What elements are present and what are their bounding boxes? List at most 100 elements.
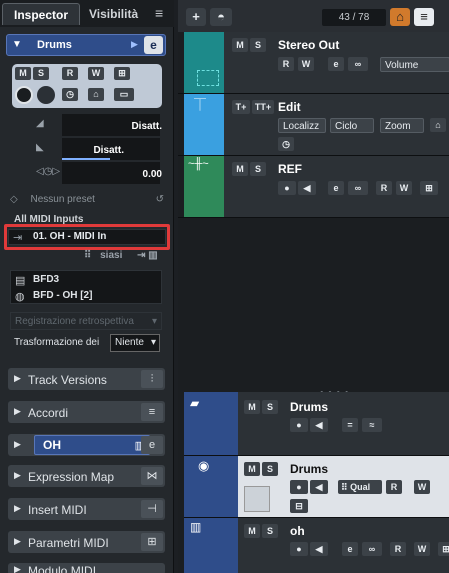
tab-inspector[interactable]: Inspector xyxy=(2,3,80,25)
lane-icon[interactable]: ⊞ xyxy=(114,67,130,80)
mute-button[interactable]: M xyxy=(232,38,248,52)
solo-button[interactable]: S xyxy=(250,38,266,52)
read-button[interactable]: R xyxy=(390,542,406,556)
instrument-track-oh[interactable]: ▥ M S oh ● ◀ e ∞ R W ⊞ xyxy=(184,518,449,573)
instrument-track-drums[interactable]: ◉ M S Drums ● ◀ ⠿ Qual R W ⊟ xyxy=(184,456,449,518)
mute-button[interactable]: M xyxy=(244,462,260,476)
collapse-arrow-icon[interactable]: ▼ xyxy=(12,39,22,50)
record-icon[interactable]: ● xyxy=(290,542,308,556)
link-icon[interactable]: ∞ xyxy=(348,181,368,195)
read-button[interactable]: R xyxy=(376,181,392,195)
transform-select[interactable]: Niente ▾ xyxy=(110,334,160,352)
add-marker-range-icon[interactable]: TT+ xyxy=(252,100,274,114)
volume-row[interactable]: ◢ Disatt. xyxy=(10,114,164,138)
lane-icon[interactable]: ⊞ xyxy=(438,542,449,556)
automation-field[interactable]: Volume xyxy=(380,57,449,72)
edit-instrument-button[interactable]: e xyxy=(141,436,163,454)
write-button[interactable]: W xyxy=(414,480,430,494)
expand-arrow-icon[interactable]: ▶ xyxy=(14,373,21,384)
read-button[interactable]: R xyxy=(62,67,78,80)
timebase-icon[interactable]: ◷ xyxy=(62,88,78,101)
edit-button[interactable]: e xyxy=(328,181,344,195)
mute-button[interactable]: M xyxy=(232,162,248,176)
track-section-header[interactable]: ▼ Drums ▶ e xyxy=(6,34,166,56)
solo-button[interactable]: S xyxy=(250,162,266,176)
section-midi-params[interactable]: ▶ Parametri MIDI ⊞ xyxy=(8,531,165,553)
solo-button[interactable]: S xyxy=(262,524,278,538)
lane-icon[interactable]: ⊟ xyxy=(290,499,308,513)
monitor-icon[interactable]: ◀ xyxy=(310,480,328,494)
write-button[interactable]: W xyxy=(414,542,430,556)
section-chords[interactable]: ▶ Accordi ≡ xyxy=(8,401,165,423)
section-track-versions[interactable]: ▶ Track Versions ⫶ xyxy=(8,368,165,390)
menu-icon[interactable]: ≡ xyxy=(155,5,163,21)
record-icon[interactable]: ● xyxy=(290,480,308,494)
versions-icon[interactable]: ⫶ xyxy=(141,370,163,388)
link-icon[interactable]: ∞ xyxy=(348,57,368,71)
section-midi-module[interactable]: ▶ Modulo MIDI xyxy=(8,563,165,573)
reset-icon[interactable]: ↺ xyxy=(156,194,164,205)
wave-icon[interactable]: ≈ xyxy=(362,418,382,432)
cycle-field[interactable]: Ciclo xyxy=(330,118,374,133)
mute-button[interactable]: M xyxy=(15,67,31,80)
add-track-button[interactable]: + xyxy=(186,8,206,26)
timebase-icon[interactable]: ◷ xyxy=(278,137,294,151)
add-marker-icon[interactable]: T+ xyxy=(232,100,250,114)
lane-icon[interactable]: ⊞ xyxy=(420,181,438,195)
quality-field[interactable]: ⠿ Qual xyxy=(338,480,382,494)
write-button[interactable]: W xyxy=(396,181,412,195)
track-edit[interactable]: ⏉ T+ TT+ Edit Localizz Ciclo Zoom ⌂ ◷ xyxy=(178,94,449,156)
equals-icon[interactable]: = xyxy=(342,418,358,432)
record-icon[interactable]: ● xyxy=(278,181,296,195)
solo-button[interactable]: S xyxy=(262,400,278,414)
delay-row[interactable]: ◁◷▷ 0.00 xyxy=(10,162,164,186)
section-insert-midi[interactable]: ▶ Insert MIDI ⊣ xyxy=(8,498,165,520)
record-enable-icon[interactable] xyxy=(15,86,33,104)
lock-icon[interactable]: ⌂ xyxy=(430,118,446,132)
monitor-icon[interactable] xyxy=(37,86,55,104)
track-stereo-out[interactable]: M S Stereo Out R W e ∞ Volume xyxy=(178,32,449,94)
locate-field[interactable]: Localizz xyxy=(278,118,326,133)
expression-icon[interactable]: ⋈ xyxy=(141,467,163,485)
link-icon[interactable]: ∞ xyxy=(362,542,382,556)
params-icon[interactable]: ⊞ xyxy=(141,533,163,551)
edit-button[interactable]: e xyxy=(342,542,358,556)
monitor-icon[interactable]: ◀ xyxy=(310,418,328,432)
record-icon[interactable]: ● xyxy=(290,418,308,432)
folder-track-drums[interactable]: ▰ M S Drums ● ◀ = ≈ xyxy=(184,392,449,456)
expand-arrow-icon[interactable]: ▶ xyxy=(14,536,21,547)
edit-channel-button[interactable]: e xyxy=(144,36,163,54)
edit-button[interactable]: e xyxy=(328,57,344,71)
track-ref[interactable]: ~╫~ M S REF ● ◀ e ∞ R W ⊞ xyxy=(178,156,449,218)
retro-record-select[interactable]: Registrazione retrospettiva ▾ xyxy=(10,312,162,330)
expand-arrow-icon[interactable]: ▶ xyxy=(14,406,21,417)
solo-button[interactable]: S xyxy=(33,67,49,80)
lock-icon[interactable]: ⌂ xyxy=(88,88,104,101)
mute-button[interactable]: M xyxy=(244,524,260,538)
monitor-icon[interactable]: ◀ xyxy=(298,181,316,195)
solo-button[interactable]: S xyxy=(262,462,278,476)
pan-row[interactable]: ◣ Disatt. xyxy=(10,138,164,162)
oh-select[interactable]: OH ▥ xyxy=(34,435,150,455)
list-icon[interactable]: ≡ xyxy=(414,8,434,26)
read-button[interactable]: R xyxy=(278,57,294,71)
keyboard-icon[interactable]: ⇥ ▥ xyxy=(137,250,158,261)
instrument-box[interactable]: ▤ BFD3 ◍ BFD - OH [2] xyxy=(10,270,162,304)
read-button[interactable]: R xyxy=(386,480,402,494)
preset-row[interactable]: ◇ Nessun preset ↺ xyxy=(10,194,166,208)
insert-icon[interactable]: ⊣ xyxy=(141,500,163,518)
keyboard-icon[interactable]: ▭ xyxy=(114,88,134,101)
section-oh[interactable]: ▶ OH ▥ e xyxy=(8,434,165,456)
mute-button[interactable]: M xyxy=(244,400,260,414)
home-icon[interactable]: ⌂ xyxy=(390,8,410,26)
expand-arrow-icon[interactable]: ▶ xyxy=(14,470,21,481)
expand-arrow-icon[interactable]: ▶ xyxy=(14,503,21,514)
write-button[interactable]: W xyxy=(88,67,104,80)
section-expression-map[interactable]: ▶ Expression Map ⋈ xyxy=(8,465,165,487)
tab-visibility[interactable]: Visibilità xyxy=(89,3,138,25)
track-type-icon[interactable]: ◓ xyxy=(210,8,232,26)
expand-arrow-icon[interactable]: ▶ xyxy=(14,564,21,573)
write-button[interactable]: W xyxy=(298,57,314,71)
chords-icon[interactable]: ≡ xyxy=(141,403,163,421)
monitor-icon[interactable]: ◀ xyxy=(310,542,328,556)
